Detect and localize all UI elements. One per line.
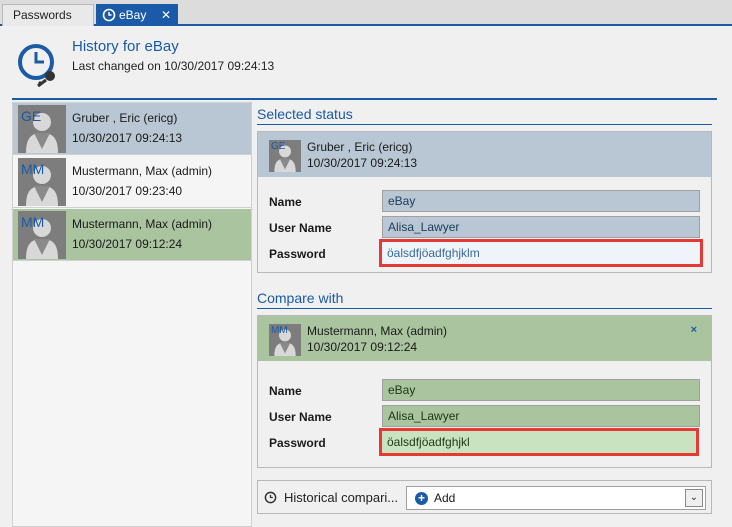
add-comparison-select[interactable]: + Add ⌄ [406,486,706,510]
compare-header: MM Mustermann, Max (admin) 10/30/2017 09… [258,316,711,361]
compare-user: Mustermann, Max (admin) [307,324,448,338]
close-icon[interactable]: × [691,324,697,336]
tab-label: Passwords [13,8,72,22]
compare-date: 10/30/2017 09:12:24 [307,340,418,354]
avatar: GE [269,140,301,172]
history-icon [264,491,277,504]
divider [12,98,717,100]
username-label: User Name [269,410,332,424]
name-label: Name [269,384,302,398]
page-title: History for eBay [72,38,179,55]
name-label: Name [269,195,302,209]
selected-date: 10/30/2017 09:24:13 [307,156,418,170]
tab-label: eBay [119,8,147,22]
page-header: History for eBay Last changed on 10/30/2… [0,28,732,98]
compare-with-title: Compare with [257,290,344,306]
entry-user: Gruber , Eric (ericg) [72,111,178,125]
name-field[interactable]: eBay [382,190,700,212]
history-entry[interactable]: MM Mustermann, Max (admin) 10/30/2017 09… [13,156,251,208]
historical-comparison-bar: Historical compari... + Add ⌄ [257,480,712,514]
history-icon [102,8,116,22]
close-icon[interactable]: ✕ [161,5,171,25]
entry-user: Mustermann, Max (admin) [72,164,213,178]
name-field[interactable]: eBay [382,379,700,401]
password-label: Password [269,436,326,450]
divider [257,308,712,309]
divider [257,124,712,125]
historical-comparison-label: Historical compari... [284,490,399,505]
entry-date: 10/30/2017 09:23:40 [72,184,183,198]
entry-user: Mustermann, Max (admin) [72,217,213,231]
history-key-icon [18,44,55,88]
username-field[interactable]: Alisa_Lawyer [382,216,700,238]
selected-status-panel: GE Gruber , Eric (ericg) 10/30/2017 09:2… [257,131,712,273]
avatar-initials: MM [21,214,45,230]
avatar: MM [18,211,66,259]
add-icon: + [415,492,428,505]
password-field[interactable]: öalsdfjöadfghjklm [379,239,703,267]
selected-status-title: Selected status [257,106,353,122]
avatar-initials: GE [21,108,42,124]
avatar: GE [18,105,66,153]
password-label: Password [269,247,326,261]
tab-ebay[interactable]: eBay ✕ [96,4,178,26]
history-entry[interactable]: MM Mustermann, Max (admin) 10/30/2017 09… [13,209,251,261]
entry-date: 10/30/2017 09:12:24 [72,237,183,251]
history-entry[interactable]: GE Gruber , Eric (ericg) 10/30/2017 09:2… [13,103,251,155]
username-field[interactable]: Alisa_Lawyer [382,405,700,427]
entry-date: 10/30/2017 09:24:13 [72,131,183,145]
password-field[interactable]: öalsdfjöadfghjkl [379,428,699,456]
avatar-initials: GE [271,141,286,152]
history-list: GE Gruber , Eric (ericg) 10/30/2017 09:2… [12,102,252,527]
last-changed: Last changed on 10/30/2017 09:24:13 [72,59,275,73]
compare-panel: MM Mustermann, Max (admin) 10/30/2017 09… [257,315,712,468]
avatar: MM [269,324,301,356]
avatar-initials: MM [21,161,45,177]
selected-status-header: GE Gruber , Eric (ericg) 10/30/2017 09:2… [258,132,711,177]
avatar: MM [18,158,66,206]
tab-bar: Passwords eBay ✕ [0,0,732,26]
tab-passwords[interactable]: Passwords [2,4,94,26]
username-label: User Name [269,221,332,235]
chevron-down-icon[interactable]: ⌄ [685,489,703,507]
selected-user: Gruber , Eric (ericg) [307,140,413,154]
select-value: Add [434,491,456,505]
avatar-initials: MM [271,325,288,336]
